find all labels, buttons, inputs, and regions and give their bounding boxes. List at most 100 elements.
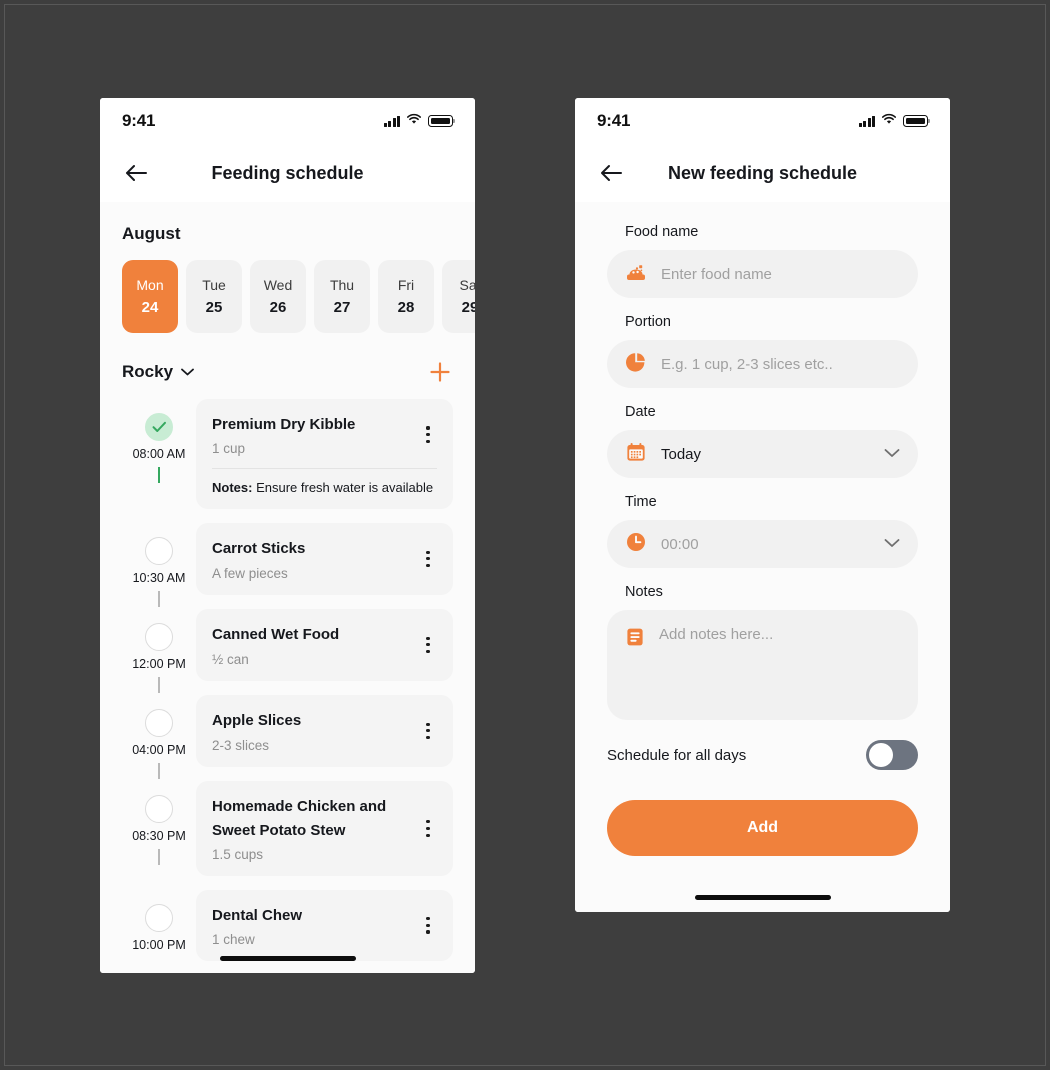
feeding-card[interactable]: Dental Chew 1 chew	[196, 889, 453, 961]
timeline-marker-column: 08:30 PM	[122, 781, 196, 867]
status-bar: 9:41	[575, 98, 950, 144]
date-select[interactable]: Today	[607, 430, 918, 478]
day-chip-num: 26	[269, 299, 287, 316]
feeding-title: Canned Wet Food	[212, 626, 340, 644]
day-chip-num: 28	[397, 299, 415, 316]
notes-placeholder: Add notes here...	[659, 626, 774, 643]
food-bowl-icon	[625, 262, 647, 287]
phone-screen-feeding-schedule: 9:41 Feeding schedule August Mon 24 Tue …	[100, 98, 475, 973]
pet-selector[interactable]: Rocky	[122, 362, 194, 382]
portion-input[interactable]: E.g. 1 cup, 2-3 slices etc..	[607, 340, 918, 388]
note-lines-icon	[625, 626, 645, 704]
timeline-status-dot[interactable]	[145, 537, 173, 566]
month-label: August	[122, 224, 181, 243]
portion-label: Portion	[625, 314, 671, 330]
status-bar-icons	[858, 112, 931, 130]
portion-placeholder: E.g. 1 cup, 2-3 slices etc..	[661, 355, 833, 373]
day-chip-dow: Fri	[397, 277, 415, 293]
timeline-status-dot[interactable]	[145, 623, 173, 652]
pet-selector-row: Rocky	[100, 333, 475, 385]
chevron-down-icon	[181, 363, 194, 381]
timeline-status-dot[interactable]	[145, 709, 173, 738]
status-bar-time: 9:41	[122, 111, 156, 130]
timeline-connector	[158, 467, 160, 483]
feeding-title: Dental Chew	[212, 906, 303, 924]
day-chip-dow: Wed	[263, 277, 293, 293]
day-chip-dow: Sat	[459, 277, 475, 293]
timeline-time: 12:00 PM	[132, 657, 186, 672]
battery-full-icon	[903, 115, 931, 127]
timeline-marker-column: 10:00 PM	[122, 890, 196, 952]
feeding-notes-label: Notes:	[212, 480, 253, 496]
day-chip-sat[interactable]: Sat 29	[442, 260, 475, 333]
add-button[interactable]: Add	[607, 800, 918, 856]
more-options-icon[interactable]	[419, 633, 437, 658]
day-chip-num: 24	[141, 299, 159, 316]
date-label: Date	[625, 404, 656, 420]
feeding-portion: 1 chew	[212, 932, 255, 947]
schedule-all-days-label: Schedule for all days	[607, 746, 747, 764]
arrow-left-icon[interactable]	[122, 159, 150, 187]
day-chip-dow: Tue	[202, 277, 226, 293]
timeline-time: 10:30 AM	[132, 571, 186, 586]
day-chip-fri[interactable]: Fri 28	[378, 260, 434, 333]
notes-label: Notes	[625, 584, 663, 600]
day-chip-dow: Thu	[329, 277, 355, 293]
feeding-title: Premium Dry Kibble	[212, 416, 356, 433]
day-chip-dow: Mon	[136, 277, 164, 293]
more-options-icon[interactable]	[419, 547, 437, 572]
timeline-marker-column: 10:30 AM	[122, 523, 196, 609]
feeding-portion: ½ can	[212, 651, 249, 667]
feeding-portion: 1.5 cups	[212, 846, 264, 862]
feeding-card[interactable]: Homemade Chicken and Sweet Potato Stew 1…	[196, 781, 453, 876]
clock-icon	[625, 531, 647, 558]
wifi-icon	[406, 112, 422, 130]
time-select[interactable]: 00:00	[607, 520, 918, 568]
arrow-left-icon[interactable]	[597, 159, 625, 187]
day-chip-tue[interactable]: Tue 25	[186, 260, 242, 333]
timeline-status-dot[interactable]	[145, 795, 173, 824]
day-chip-mon[interactable]: Mon 24	[122, 260, 178, 333]
timeline-time: 10:00 PM	[132, 937, 186, 952]
home-indicator	[219, 956, 356, 961]
day-chip-wed[interactable]: Wed 26	[250, 260, 306, 333]
day-selector-strip[interactable]: Mon 24 Tue 25 Wed 26 Thu 27 Fri 28 Sat 2…	[100, 244, 475, 333]
home-indicator	[694, 895, 831, 900]
status-bar-icons	[383, 112, 456, 130]
more-options-icon[interactable]	[419, 913, 437, 938]
feeding-timeline: 08:00 AM Premium Dry Kibble 1 cup Notes:…	[100, 385, 475, 973]
more-options-icon[interactable]	[419, 719, 437, 744]
feeding-card[interactable]: Canned Wet Food ½ can	[196, 609, 453, 681]
timeline-marker-column: 08:00 AM	[122, 399, 196, 485]
feeding-card[interactable]: Premium Dry Kibble 1 cup Notes: Ensure f…	[196, 399, 453, 510]
navigation-bar: Feeding schedule	[100, 144, 475, 202]
cellular-signal-icon	[858, 115, 875, 127]
more-options-icon[interactable]	[419, 422, 437, 447]
new-schedule-form: Food name Enter food name Portion E.g. 1…	[575, 202, 950, 912]
feeding-card[interactable]: Carrot Sticks A few pieces	[196, 523, 453, 595]
timeline-marker-column: 04:00 PM	[122, 695, 196, 781]
feeding-notes-text: Ensure fresh water is available	[256, 480, 434, 496]
feeding-card[interactable]: Apple Slices 2-3 slices	[196, 695, 453, 767]
date-value: Today	[661, 445, 702, 463]
more-options-icon[interactable]	[419, 816, 437, 841]
notes-input[interactable]: Add notes here...	[607, 610, 918, 720]
timeline-connector	[158, 849, 160, 866]
food-name-placeholder: Enter food name	[661, 265, 772, 283]
timeline-item: 10:30 AM Carrot Sticks A few pieces	[122, 523, 453, 609]
schedule-all-days-row: Schedule for all days	[607, 740, 918, 770]
day-chip-thu[interactable]: Thu 27	[314, 260, 370, 333]
day-chip-num: 25	[205, 299, 223, 316]
day-chip-num: 27	[333, 299, 351, 316]
feeding-title: Homemade Chicken and Sweet Potato Stew	[212, 798, 387, 839]
timeline-status-dot[interactable]	[145, 903, 173, 932]
chevron-down-icon	[884, 445, 900, 463]
timeline-connector	[158, 763, 160, 780]
day-chip-num: 29	[461, 299, 475, 316]
add-schedule-button[interactable]	[427, 359, 453, 385]
food-name-input[interactable]: Enter food name	[607, 250, 918, 298]
timeline-time: 08:00 AM	[132, 447, 186, 461]
timeline-item: 04:00 PM Apple Slices 2-3 slices	[122, 695, 453, 781]
timeline-status-dot-completed[interactable]	[145, 413, 173, 441]
schedule-all-days-toggle[interactable]	[866, 740, 918, 770]
